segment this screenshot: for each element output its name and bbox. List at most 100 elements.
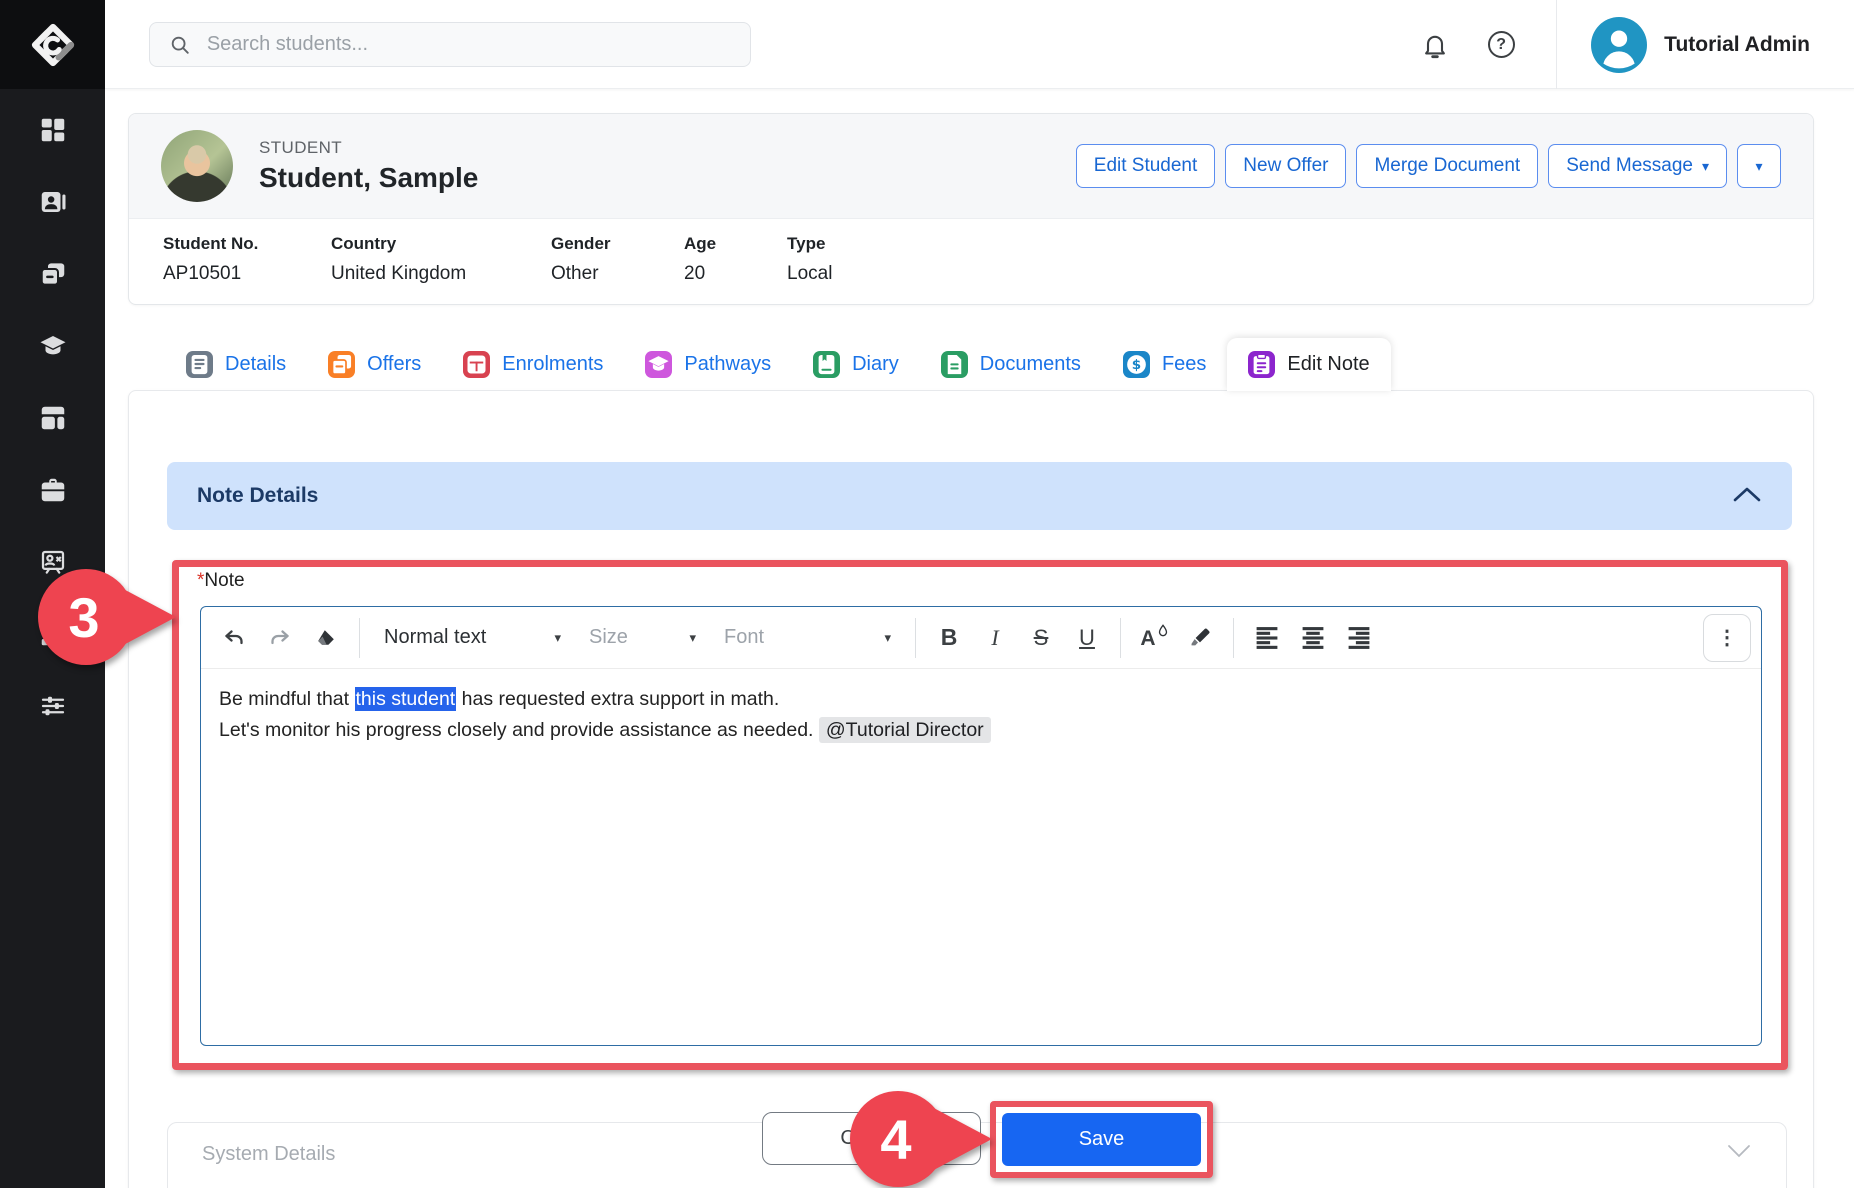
documents-icon xyxy=(940,351,968,378)
note-editor-content[interactable]: Be mindful that this student has request… xyxy=(201,669,1761,1045)
toolbar-divider xyxy=(1120,617,1121,658)
underline-button[interactable]: U xyxy=(1064,615,1110,661)
droplet-icon xyxy=(1158,624,1168,637)
tab-offers[interactable]: Offers xyxy=(307,338,442,391)
topbar-divider xyxy=(1556,0,1558,89)
selected-text: this student xyxy=(354,687,457,711)
tab-fees[interactable]: $ Fees xyxy=(1102,338,1227,391)
edit-student-button[interactable]: Edit Student xyxy=(1075,144,1216,188)
offers-icon xyxy=(328,351,356,378)
collapse-chevron-down-icon[interactable] xyxy=(1726,1143,1752,1164)
student-name: Student, Sample xyxy=(259,162,479,193)
notifications-bell-icon[interactable] xyxy=(1420,30,1450,60)
new-offer-button[interactable]: New Offer xyxy=(1225,144,1347,188)
network-icon xyxy=(38,619,68,649)
note-field-label: *Note xyxy=(197,570,245,591)
sidebar-item-briefcase[interactable] xyxy=(31,475,75,505)
text-color-button[interactable]: A xyxy=(1131,615,1177,661)
details-icon xyxy=(186,351,213,378)
sidebar-item-dashboard[interactable] xyxy=(31,115,75,145)
note-details-title: Note Details xyxy=(197,484,319,507)
layout-icon xyxy=(38,403,68,433)
presentation-icon xyxy=(38,547,68,577)
app-logo-icon xyxy=(31,23,74,66)
note-line-1: Be mindful that this student has request… xyxy=(219,687,780,711)
save-button[interactable]: Save xyxy=(1002,1113,1201,1166)
merge-document-button[interactable]: Merge Document xyxy=(1356,144,1539,188)
note-line-2: Let's monitor his progress closely and p… xyxy=(219,715,1743,746)
strikethrough-button[interactable]: S xyxy=(1018,615,1064,661)
tab-diary[interactable]: Diary xyxy=(792,338,920,391)
settings-sliders-icon xyxy=(38,691,68,721)
chevron-down-icon: ▾ xyxy=(554,629,561,645)
mention-chip: @Tutorial Director xyxy=(818,717,991,744)
tab-pathways[interactable]: Pathways xyxy=(624,338,792,391)
system-details-title: System Details xyxy=(202,1143,336,1165)
cancel-button[interactable]: Cancel xyxy=(762,1112,981,1165)
sidebar-item-presentation[interactable] xyxy=(31,547,75,577)
topbar-right: ? Tutorial Admin xyxy=(1420,0,1854,89)
search-input[interactable] xyxy=(206,33,734,56)
align-center-button[interactable] xyxy=(1290,615,1336,661)
user-name[interactable]: Tutorial Admin xyxy=(1664,33,1810,57)
toolbar-divider xyxy=(1233,617,1234,658)
undo-button[interactable] xyxy=(211,615,257,661)
student-card-header: STUDENT Student, Sample Edit Student New … xyxy=(129,114,1813,219)
tab-details[interactable]: Details xyxy=(165,338,307,391)
student-avatar xyxy=(161,130,233,202)
more-actions-button[interactable]: ▾ xyxy=(1737,144,1781,188)
align-right-button[interactable] xyxy=(1336,615,1382,661)
more-options-kebab-button[interactable]: ⋮ xyxy=(1703,613,1751,662)
font-family-select[interactable]: Font ▾ xyxy=(710,615,905,661)
note-details-header[interactable]: Note Details xyxy=(167,462,1792,530)
tab-documents[interactable]: Documents xyxy=(920,338,1102,391)
paragraph-style-select[interactable]: Normal text ▾ xyxy=(370,615,575,661)
search-icon xyxy=(166,30,194,60)
pathways-icon xyxy=(645,351,673,378)
toolbar-divider xyxy=(359,617,360,658)
topbar: ? Tutorial Admin xyxy=(105,0,1854,89)
font-size-select[interactable]: Size ▾ xyxy=(575,615,710,661)
sidebar-item-pages[interactable] xyxy=(31,259,75,289)
editor-toolbar: Normal text ▾ Size ▾ Font ▾ B I S U A ⋮ xyxy=(201,607,1761,669)
sidebar-item-layout[interactable] xyxy=(31,403,75,433)
student-actions: Edit Student New Offer Merge Document Send … xyxy=(1075,144,1781,188)
enrolments-icon xyxy=(463,351,491,378)
student-field-type: Type Local xyxy=(787,234,833,284)
clear-formatting-eraser-button[interactable] xyxy=(303,615,349,661)
tab-enrolments[interactable]: Enrolments xyxy=(442,338,624,391)
diary-icon xyxy=(813,351,841,378)
chevron-down-icon: ▾ xyxy=(1701,157,1709,174)
sidebar-item-network[interactable] xyxy=(31,619,75,649)
sidebar-nav xyxy=(0,89,105,721)
chevron-down-icon: ▾ xyxy=(884,629,891,645)
svg-text:$: $ xyxy=(1132,357,1141,373)
search-box[interactable] xyxy=(149,22,751,67)
collapse-chevron-up-icon[interactable] xyxy=(1732,485,1762,508)
user-avatar[interactable] xyxy=(1591,16,1648,73)
bold-button[interactable]: B xyxy=(926,615,972,661)
app-logo[interactable] xyxy=(0,0,105,89)
sidebar-item-settings-sliders[interactable] xyxy=(31,691,75,721)
align-left-button[interactable] xyxy=(1244,615,1290,661)
contacts-icon xyxy=(38,187,68,217)
redo-button[interactable] xyxy=(257,615,303,661)
student-identity: STUDENT Student, Sample xyxy=(259,138,478,194)
edit-note-icon xyxy=(1248,351,1276,378)
fees-icon: $ xyxy=(1122,351,1150,378)
send-message-button[interactable]: Send Message ▾ xyxy=(1548,144,1727,188)
sidebar-item-contacts[interactable] xyxy=(31,187,75,217)
help-icon[interactable]: ? xyxy=(1486,30,1516,60)
briefcase-icon xyxy=(38,475,68,505)
student-field-student-no: Student No. AP10501 xyxy=(163,234,259,284)
tab-edit-note[interactable]: Edit Note xyxy=(1227,338,1391,391)
highlighter-button[interactable] xyxy=(1177,615,1223,661)
chevron-down-icon: ▾ xyxy=(689,629,696,645)
dashboard-icon xyxy=(38,115,68,145)
student-info-row: Student No. AP10501 Country United Kingdom G… xyxy=(129,219,1813,304)
italic-button[interactable]: I xyxy=(972,615,1018,661)
sidebar xyxy=(0,0,105,1188)
sidebar-item-education[interactable] xyxy=(31,331,75,361)
education-icon xyxy=(38,331,68,361)
toolbar-divider xyxy=(915,617,916,658)
